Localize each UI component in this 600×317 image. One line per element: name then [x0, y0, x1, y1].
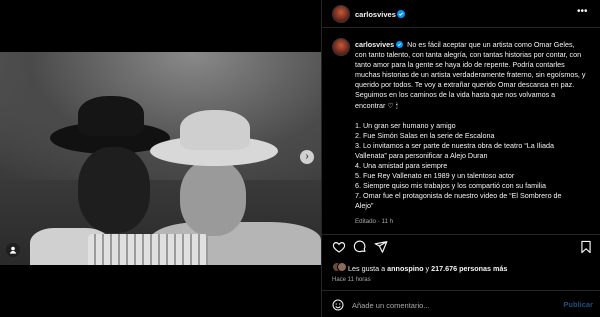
- post-header: carlosvives •••: [322, 0, 600, 28]
- edited-label: Editado · 11 h: [355, 217, 394, 225]
- send-icon[interactable]: [374, 240, 388, 254]
- caption-list-line: 3. Lo invitamos a ser parte de nuestra o…: [355, 140, 554, 150]
- photo-accordion: [88, 234, 208, 265]
- likes-user[interactable]: annospino: [387, 264, 423, 273]
- photo-background: [0, 52, 321, 180]
- likes-prefix: Les gusta a: [348, 264, 388, 273]
- photo-hat-left-crown: [78, 96, 144, 136]
- caption-list-line: 2. Fue Simón Salas en la serie de Escalo…: [355, 130, 495, 140]
- post-timestamp[interactable]: Hace 11 horas: [332, 277, 371, 283]
- caption-avatar[interactable]: [332, 38, 350, 56]
- verified-badge-icon: [396, 41, 404, 48]
- comment-input[interactable]: [352, 299, 552, 311]
- photo-face-left: [78, 147, 150, 233]
- avatar: [337, 262, 347, 272]
- caption-username[interactable]: carlosvives: [355, 40, 394, 49]
- publish-button[interactable]: Publicar: [563, 300, 593, 309]
- caption-list-line: 4. Una amistad para siempre: [355, 161, 448, 171]
- heart-icon[interactable]: [332, 240, 346, 254]
- post-media: ›: [0, 0, 321, 317]
- comment-composer: Publicar: [322, 290, 600, 317]
- caption-list-line: 1. Un gran ser humano y amigo: [355, 120, 456, 130]
- likes-middle: y: [423, 264, 432, 273]
- smiley-icon[interactable]: [332, 298, 344, 311]
- user-tag-icon[interactable]: [6, 243, 20, 257]
- comment-bubble-icon[interactable]: [353, 240, 367, 254]
- chevron-right-icon[interactable]: ›: [300, 150, 314, 164]
- caption-list-line: Vallenata” para personificar a Alejo Dur…: [355, 150, 488, 160]
- caption-intro-text: No es fácil aceptar que un artista como …: [355, 40, 586, 110]
- post-photo[interactable]: [0, 52, 321, 265]
- more-horizontal-icon[interactable]: •••: [577, 7, 591, 18]
- caption-list-line: Alejo”: [355, 201, 374, 211]
- caption-list-line: 5. Fue Rey Vallenato en 1989 y un talent…: [355, 171, 515, 181]
- header-username[interactable]: carlosvives: [355, 10, 396, 19]
- avatar[interactable]: [332, 5, 350, 23]
- action-bar: [322, 234, 600, 258]
- photo-face-right: [180, 160, 246, 236]
- caption-list-line: 7. Omar fue el protagonista de nuestro v…: [355, 191, 562, 201]
- caption-list: 1. Un gran ser humano y amigo 2. Fue Sim…: [355, 121, 587, 212]
- caption-body: carlosvives No es fácil aceptar que un a…: [355, 40, 587, 227]
- post-details-panel: carlosvives ••• carlosvives No es fácil …: [321, 0, 600, 317]
- likes-summary[interactable]: Les gusta a annospino y 217.676 personas…: [332, 262, 592, 274]
- likes-count[interactable]: 217.676 personas más: [431, 264, 507, 273]
- caption-list-line: 6. Siempre quiso mis trabajos y los comp…: [355, 181, 546, 191]
- verified-badge-icon: [397, 9, 405, 18]
- photo-hat-right-crown: [180, 110, 250, 150]
- likes-text: Les gusta a annospino y 217.676 personas…: [348, 264, 507, 273]
- bookmark-icon[interactable]: [579, 240, 593, 254]
